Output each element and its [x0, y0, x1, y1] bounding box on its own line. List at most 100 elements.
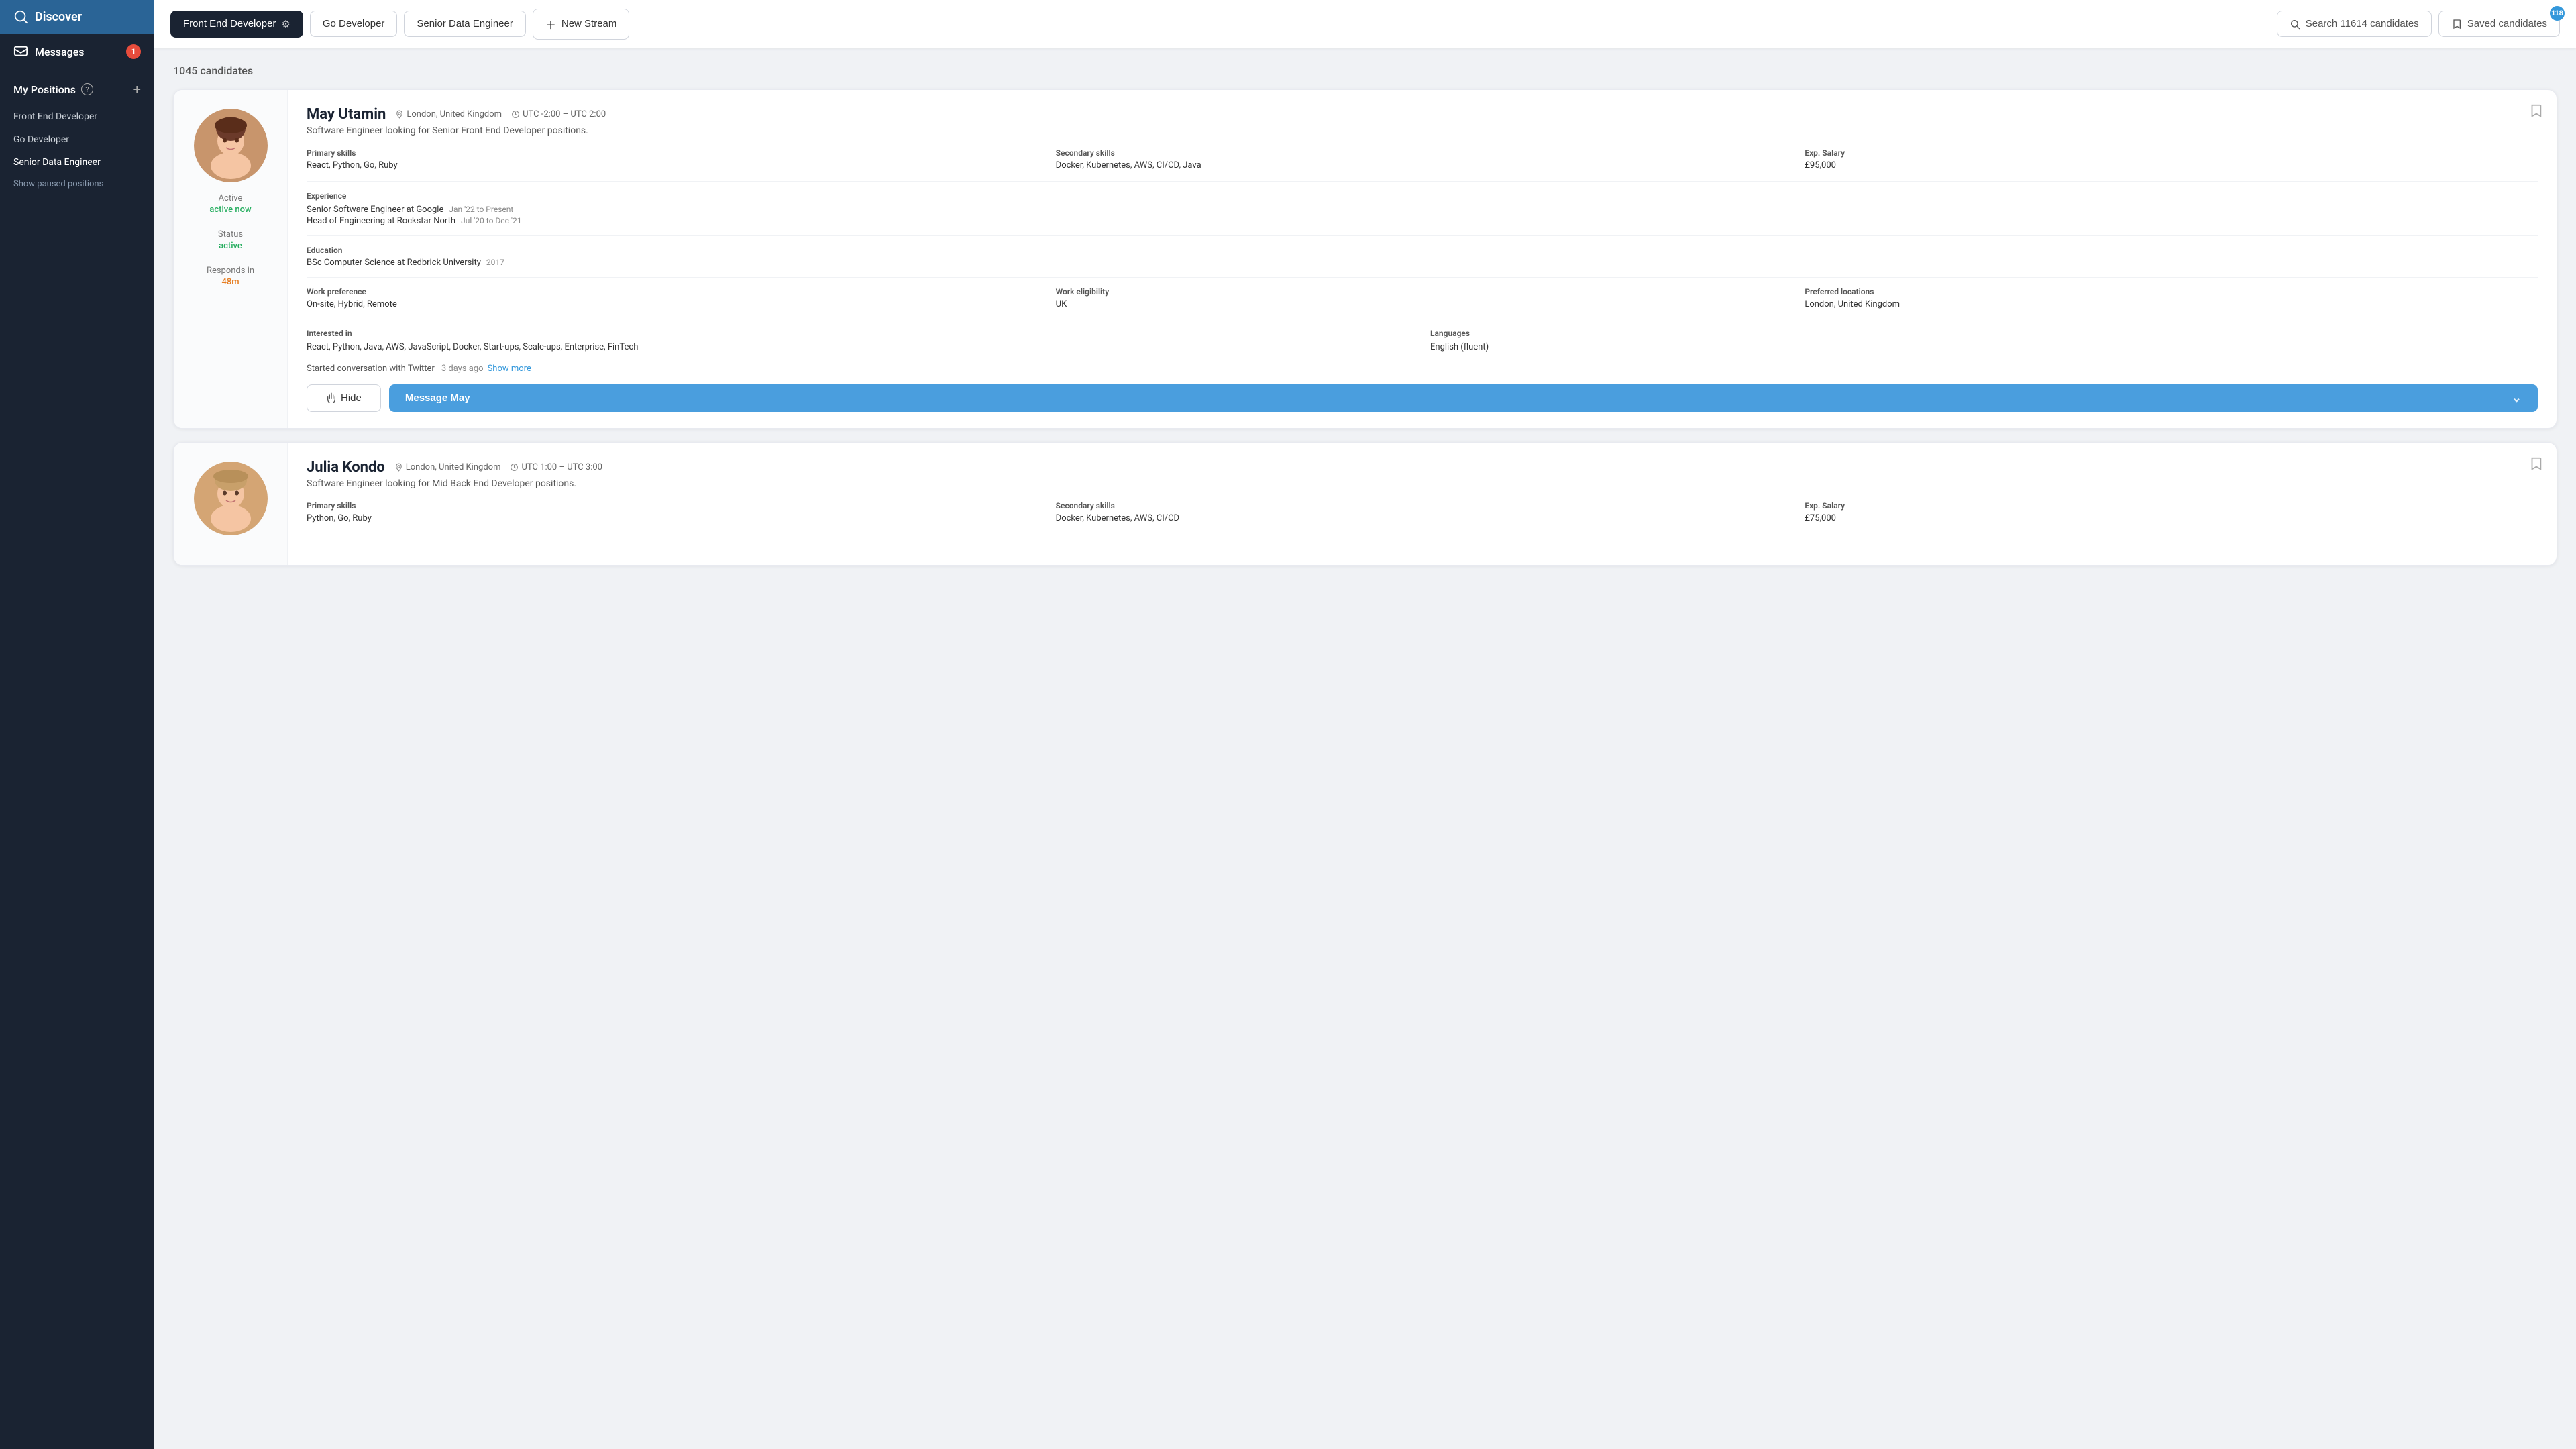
timezone-may: UTC -2:00 – UTC 2:00: [511, 109, 606, 119]
edu-value: BSc Computer Science at Redbrick Univers…: [307, 258, 2538, 268]
interested-in-may: Interested in React, Python, Java, AWS, …: [307, 329, 1414, 354]
education-may: Education BSc Computer Science at Redbri…: [307, 246, 2538, 268]
bookmark-button-julia[interactable]: [2528, 456, 2543, 475]
edu-year: 2017: [486, 258, 504, 268]
interested-value: React, Python, Java, AWS, JavaScript, Do…: [307, 341, 1414, 354]
message-button-may[interactable]: Message May ⌄: [389, 384, 2538, 412]
plus-icon: ＋: [545, 16, 556, 32]
add-position-icon[interactable]: +: [133, 81, 141, 97]
work-pref-label: Work preference: [307, 287, 1040, 297]
active-label: Active: [209, 193, 251, 203]
primary-skills-label: Primary skills: [307, 148, 1040, 158]
tab-go-developer[interactable]: Go Developer: [310, 11, 398, 37]
candidate-name-julia: Julia Kondo: [307, 459, 385, 476]
work-pref-value: On-site, Hybrid, Remote: [307, 299, 1040, 309]
work-elig-value: UK: [1056, 299, 1789, 309]
secondary-skills-label: Secondary skills: [1056, 148, 1789, 158]
conversation-row-may: Started conversation with Twitter 3 days…: [307, 364, 2538, 374]
gear-icon: ⚙: [281, 18, 290, 30]
topnav-right: Search 11614 candidates Saved candidates…: [2277, 11, 2560, 37]
secondary-skills-value: Docker, Kubernetes, AWS, CI/CD, Java: [1056, 160, 1789, 170]
saved-badge: 118: [2550, 6, 2565, 21]
top-navigation: Front End Developer ⚙ Go Developer Senio…: [154, 0, 2576, 48]
candidate-tagline-julia: Software Engineer looking for Mid Back E…: [307, 478, 2538, 489]
show-more-link[interactable]: Show more: [488, 364, 531, 374]
candidate-card-julia-kondo: Julia Kondo London, United Kingdom UTC 1…: [173, 442, 2557, 566]
secondary-skills-julia: Secondary skills Docker, Kubernetes, AWS…: [1056, 501, 1789, 523]
status-block: Status active: [218, 229, 243, 259]
work-eligibility-may: Work eligibility UK: [1056, 287, 1789, 309]
exp-salary-julia: Exp. Salary £75,000: [1805, 501, 2538, 523]
hide-button-may[interactable]: Hide: [307, 384, 381, 412]
candidates-content: 1045 candidates: [154, 48, 2576, 1449]
status-label: Status: [218, 229, 243, 239]
interests-grid-may: Interested in React, Python, Java, AWS, …: [307, 329, 2538, 354]
pref-loc-value: London, United Kingdom: [1805, 299, 2538, 309]
location-icon: [395, 110, 404, 119]
timezone-julia: UTC 1:00 – UTC 3:00: [510, 462, 602, 472]
card-right-may: May Utamin London, United Kingdom UTC -2…: [288, 90, 2557, 428]
candidate-card-may-utamin: Active active now Status active Responds…: [173, 89, 2557, 429]
saved-candidates-button[interactable]: Saved candidates 118: [2438, 11, 2560, 37]
candidate-name-may: May Utamin: [307, 106, 386, 123]
messages-icon: [13, 44, 28, 59]
work-elig-label: Work eligibility: [1056, 287, 1789, 297]
candidate-header-julia: Julia Kondo London, United Kingdom UTC 1…: [307, 459, 2538, 476]
search-candidates-button[interactable]: Search 11614 candidates: [2277, 11, 2432, 37]
sidebar-item-go[interactable]: Go Developer: [0, 128, 154, 151]
active-value: active now: [209, 205, 251, 215]
tab-new-stream[interactable]: ＋ New Stream: [533, 9, 630, 40]
bookmark-icon: [2451, 19, 2462, 30]
candidate-tagline-may: Software Engineer looking for Senior Fro…: [307, 125, 2538, 136]
help-icon[interactable]: ?: [81, 83, 93, 95]
active-status-block: Active active now: [209, 193, 251, 223]
tab-frontend-developer[interactable]: Front End Developer ⚙: [170, 11, 303, 38]
location-may: London, United Kingdom: [395, 109, 502, 119]
sidebar-item-discover[interactable]: Discover: [0, 0, 154, 34]
sidebar-discover-label: Discover: [35, 10, 82, 24]
exp-date-1: Jul '20 to Dec '21: [461, 216, 521, 226]
chevron-down-icon: ⌄: [2512, 391, 2522, 405]
divider: [307, 181, 2538, 182]
exp-salary-may: Exp. Salary £95,000: [1805, 148, 2538, 170]
show-paused-positions[interactable]: Show paused positions: [0, 174, 154, 200]
secondary-skills-label-julia: Secondary skills: [1056, 501, 1789, 511]
exp-row-0: Senior Software Engineer at Google Jan '…: [307, 205, 2538, 215]
languages-value: English (fluent): [1430, 341, 2538, 354]
work-preference-may: Work preference On-site, Hybrid, Remote: [307, 287, 1040, 309]
sidebar: Discover Messages 1 My Positions ? + Fro…: [0, 0, 154, 1449]
candidates-count: 1045 candidates: [173, 64, 2557, 77]
conversation-text: Started conversation with Twitter: [307, 364, 435, 374]
experience-may: Experience Senior Software Engineer at G…: [307, 191, 2538, 226]
responds-label: Responds in: [207, 266, 254, 276]
position-list: Front End Developer Go Developer Senior …: [0, 103, 154, 174]
exp-salary-label: Exp. Salary: [1805, 148, 2538, 158]
sidebar-item-frontend[interactable]: Front End Developer: [0, 105, 154, 128]
secondary-skills-value-julia: Docker, Kubernetes, AWS, CI/CD: [1056, 513, 1789, 523]
exp-salary-value-julia: £75,000: [1805, 513, 2538, 523]
exp-role-1: Head of Engineering at Rockstar North: [307, 216, 455, 226]
responds-value: 48m: [207, 277, 254, 287]
primary-skills-value-julia: Python, Go, Ruby: [307, 513, 1040, 523]
primary-skills-julia: Primary skills Python, Go, Ruby: [307, 501, 1040, 523]
exp-salary-label-julia: Exp. Salary: [1805, 501, 2538, 511]
edu-degree: BSc Computer Science at Redbrick Univers…: [307, 258, 481, 268]
avatar-julia: [194, 462, 268, 535]
status-value: active: [218, 241, 243, 251]
clock-icon: [511, 110, 520, 119]
exp-role-0: Senior Software Engineer at Google: [307, 205, 443, 215]
sidebar-item-messages[interactable]: Messages 1: [0, 34, 154, 70]
discover-icon: [13, 9, 28, 24]
clock-icon-julia: [510, 463, 519, 472]
bookmark-button-may[interactable]: [2528, 103, 2543, 122]
messages-badge: 1: [126, 44, 141, 59]
skills-grid-may: Primary skills React, Python, Go, Ruby S…: [307, 148, 2538, 170]
avatar-may: [194, 109, 268, 182]
primary-skills-value: React, Python, Go, Ruby: [307, 160, 1040, 170]
preferred-locations-may: Preferred locations London, United Kingd…: [1805, 287, 2538, 309]
tab-senior-data-engineer[interactable]: Senior Data Engineer: [404, 11, 525, 37]
sidebar-messages-label: Messages: [35, 46, 85, 58]
sidebar-item-senior-data[interactable]: Senior Data Engineer: [0, 151, 154, 174]
responds-block: Responds in 48m: [207, 266, 254, 295]
experience-label: Experience: [307, 191, 2538, 201]
